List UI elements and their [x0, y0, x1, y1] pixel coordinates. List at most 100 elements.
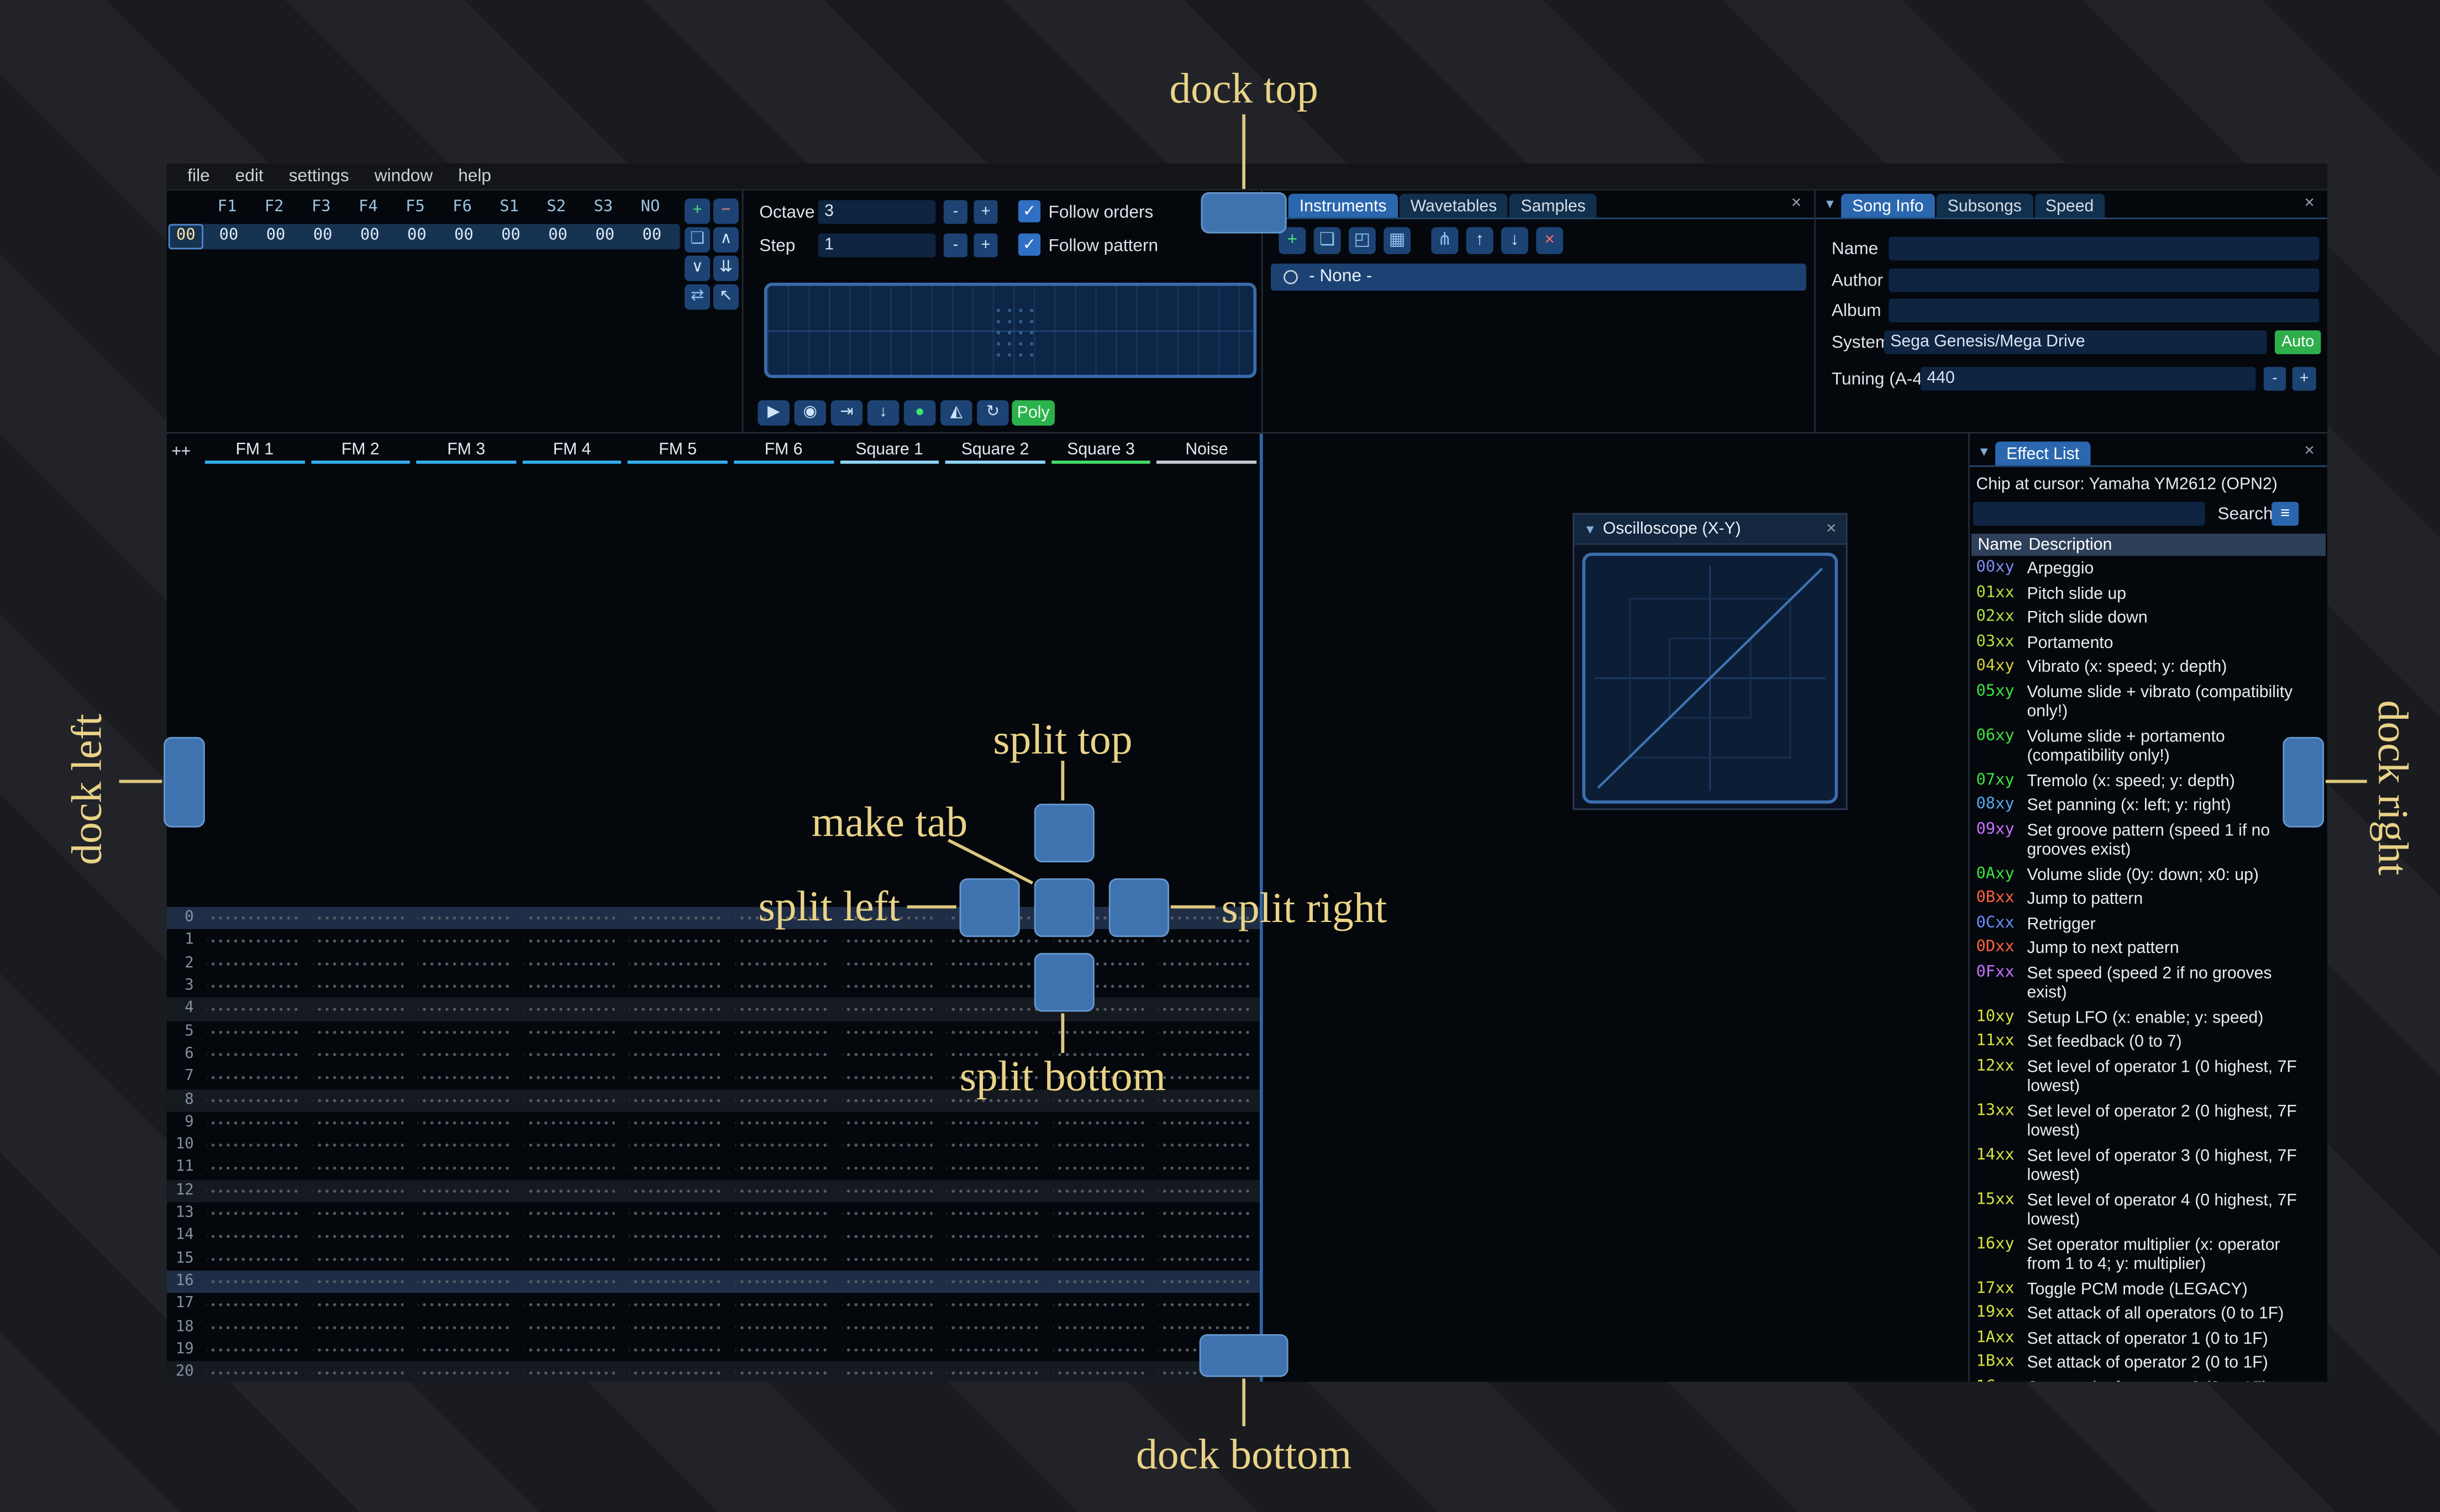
pattern-cell[interactable] — [308, 1316, 413, 1339]
effect-row[interactable]: 10xy Setup LFO (x: enable; y: speed) — [1971, 1006, 2326, 1031]
channel-header-noise[interactable]: Noise — [1154, 440, 1259, 464]
pattern-cell[interactable] — [202, 1316, 307, 1339]
pattern-cell[interactable] — [413, 1247, 519, 1271]
pattern-cell[interactable] — [730, 1134, 836, 1157]
dock-target-top[interactable] — [1201, 192, 1287, 234]
effect-row[interactable]: 14xx Set level of operator 3 (0 highest, … — [1971, 1144, 2326, 1189]
pattern-cell[interactable] — [1154, 1179, 1259, 1203]
pattern-cell[interactable] — [1048, 1271, 1154, 1294]
order-cell[interactable]: 00 — [207, 224, 251, 249]
play-button[interactable]: ▶ — [758, 400, 790, 426]
pattern-cell[interactable] — [837, 1247, 942, 1271]
pattern-cell[interactable] — [730, 1271, 836, 1294]
pattern-cell[interactable] — [837, 1271, 942, 1294]
channel-header-fm-2[interactable]: FM 2 — [308, 440, 413, 464]
step-decrement-button[interactable]: - — [943, 233, 967, 257]
instruments-tab-instruments[interactable]: Instruments — [1288, 193, 1398, 218]
effect-row[interactable]: 19xx Set attack of all operators (0 to 1F… — [1971, 1303, 2326, 1327]
order-cell[interactable]: 00 — [254, 224, 298, 249]
pattern-cell[interactable] — [730, 952, 836, 976]
pattern-cell[interactable] — [202, 998, 307, 1021]
pattern-cell[interactable] — [202, 1247, 307, 1271]
channel-header-fm-1[interactable]: FM 1 — [202, 440, 307, 464]
pattern-cell[interactable] — [837, 1179, 942, 1203]
pattern-cell[interactable] — [625, 1088, 730, 1111]
step-input[interactable]: 1 — [818, 233, 936, 257]
pattern-cell[interactable] — [625, 907, 730, 930]
instrument-save-button[interactable]: ▦ — [1384, 227, 1411, 254]
pattern-cell[interactable] — [837, 1066, 942, 1089]
pattern-cell[interactable] — [413, 1179, 519, 1203]
channel-header-fm-4[interactable]: FM 4 — [519, 440, 624, 464]
songinfo-tab-song-info[interactable]: Song Info — [1841, 193, 1935, 218]
step-one-row-button[interactable]: ↓ — [867, 400, 900, 426]
pattern-cell[interactable] — [1048, 1247, 1154, 1271]
pattern-cell[interactable] — [730, 1339, 836, 1362]
pattern-cell[interactable] — [942, 1293, 1048, 1316]
pattern-cell[interactable] — [1048, 1339, 1154, 1362]
pattern-cell[interactable] — [202, 1088, 307, 1111]
pattern-cell[interactable] — [308, 975, 413, 998]
pattern-cell[interactable] — [1154, 1293, 1259, 1316]
play-from-beginning-button[interactable]: ⇥ — [830, 400, 863, 426]
dock-target-right[interactable] — [2283, 737, 2325, 828]
pattern-cell[interactable] — [837, 998, 942, 1021]
pattern-cell[interactable] — [413, 1020, 519, 1044]
orders-remove-button[interactable]: − — [713, 198, 739, 224]
pattern-cell[interactable] — [519, 1339, 624, 1362]
effect-search-input[interactable] — [1973, 502, 2205, 526]
pattern-cell[interactable] — [519, 1111, 624, 1135]
pattern-cell[interactable] — [202, 1293, 307, 1316]
pattern-cell[interactable] — [413, 1134, 519, 1157]
pattern-cell[interactable] — [413, 907, 519, 930]
pattern-cell[interactable] — [519, 1020, 624, 1044]
pattern-cell[interactable] — [519, 907, 624, 930]
pattern-cell[interactable] — [730, 1088, 836, 1111]
effect-row[interactable]: 03xx Portamento — [1971, 631, 2326, 656]
pattern-cell[interactable] — [625, 1202, 730, 1225]
pattern-cell[interactable] — [625, 1247, 730, 1271]
poly-button[interactable]: Poly — [1012, 400, 1055, 426]
oscilloscope-title-bar[interactable]: ▼ Oscilloscope (X-Y) × — [1574, 514, 1846, 545]
tuning-input[interactable]: 440 — [1920, 367, 2256, 391]
pattern-cell[interactable] — [413, 975, 519, 998]
order-cell[interactable]: 00 — [395, 224, 439, 249]
pattern-cell[interactable] — [1154, 1225, 1259, 1248]
pattern-cell[interactable] — [625, 1271, 730, 1294]
effect-row[interactable]: 1Axx Set attack of operator 1 (0 to 1F) — [1971, 1327, 2326, 1352]
pattern-cell[interactable] — [1048, 1225, 1154, 1248]
effect-row[interactable]: 05xy Volume slide + vibrato (compatibilit… — [1971, 681, 2326, 725]
orders-add-button[interactable]: + — [685, 198, 711, 224]
pattern-cell[interactable] — [202, 952, 307, 976]
pattern-cell[interactable] — [308, 1361, 413, 1382]
effect-row[interactable]: 13xx Set level of operator 2 (0 highest, … — [1971, 1100, 2326, 1145]
order-row-number[interactable]: 00 — [168, 224, 203, 250]
system-input[interactable]: Sega Genesis/Mega Drive — [1884, 330, 2267, 355]
order-cell[interactable]: 00 — [348, 224, 392, 249]
effect-row[interactable]: 0Dxx Jump to next pattern — [1971, 937, 2326, 962]
pattern-cell[interactable] — [625, 1157, 730, 1180]
pattern-cell[interactable] — [1048, 1134, 1154, 1157]
album-input[interactable] — [1889, 298, 2320, 323]
pattern-cell[interactable] — [942, 1157, 1048, 1180]
pattern-cell[interactable] — [519, 998, 624, 1021]
pattern-cell[interactable] — [202, 1134, 307, 1157]
pattern-cell[interactable] — [942, 1020, 1048, 1044]
repeat-pattern-button[interactable]: ↻ — [977, 400, 1009, 426]
effect-row[interactable]: 12xx Set level of operator 1 (0 highest, … — [1971, 1055, 2326, 1100]
pattern-cell[interactable] — [413, 1111, 519, 1135]
effect-row[interactable]: 02xx Pitch slide down — [1971, 607, 2326, 631]
pattern-cell[interactable] — [308, 1247, 413, 1271]
order-cell[interactable]: 00 — [441, 224, 486, 249]
pattern-cell[interactable] — [625, 1134, 730, 1157]
pattern-cell[interactable] — [1048, 1361, 1154, 1382]
pattern-cell[interactable] — [625, 1293, 730, 1316]
pattern-cell[interactable] — [837, 1361, 942, 1382]
pattern-cell[interactable] — [413, 1293, 519, 1316]
pattern-cell[interactable] — [519, 1361, 624, 1382]
effect-row[interactable]: 0Axy Volume slide (0y: down; x0: up) — [1971, 863, 2326, 888]
pattern-cell[interactable] — [519, 1134, 624, 1157]
order-cell[interactable]: 00 — [301, 224, 345, 249]
instrument-move-up-button[interactable]: ↑ — [1466, 227, 1494, 254]
orders-duplicate-end-button[interactable]: ⇊ — [713, 255, 739, 281]
